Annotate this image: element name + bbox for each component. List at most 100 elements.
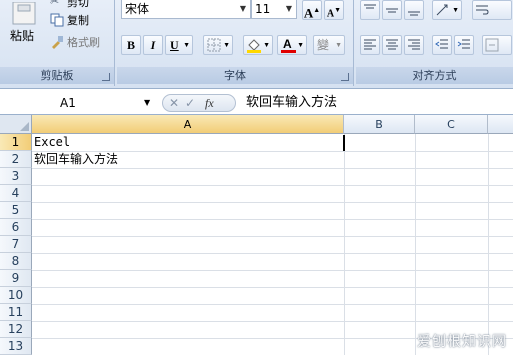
italic-button[interactable]: I	[143, 35, 163, 55]
text-orientation-icon	[436, 4, 448, 16]
clipboard-group-label: 剪贴板	[0, 67, 114, 84]
row-header-9[interactable]: 9	[0, 270, 32, 287]
cell-a1[interactable]: Excel	[34, 134, 70, 151]
copy-icon	[50, 13, 64, 27]
watermark: 爱刨根知识网	[417, 334, 507, 350]
align-bottom-icon	[408, 11, 420, 16]
cut-label: 剪切	[67, 0, 89, 9]
select-all-button[interactable]	[0, 115, 32, 134]
format-painter-button[interactable]: 格式刷	[50, 33, 100, 51]
alignment-group: ▼ 对齐方式	[356, 0, 513, 86]
align-left-button[interactable]	[360, 35, 380, 55]
column-header-c[interactable]: C	[415, 115, 488, 134]
cancel-icon[interactable]: ✕	[169, 95, 179, 111]
clipboard-group: 粘贴 ✂ 剪切 复制 格式刷 剪贴板	[0, 0, 115, 86]
column-header-a[interactable]: A	[32, 115, 344, 134]
font-size-value: 11	[255, 2, 271, 16]
gridline	[32, 287, 513, 288]
increase-indent-button[interactable]	[454, 35, 474, 55]
bottom-align-button[interactable]	[404, 0, 424, 20]
gridline	[32, 219, 513, 220]
increase-indent-icon	[457, 39, 470, 49]
chevron-down-icon: ▼	[263, 41, 270, 49]
scissors-icon: ✂	[50, 0, 60, 8]
font-color-button[interactable]: A ▼	[277, 35, 307, 55]
copy-label: 复制	[67, 14, 89, 27]
row-header-10[interactable]: 10	[0, 287, 32, 304]
chevron-down-icon: ▼	[285, 4, 293, 13]
align-left-icon	[364, 39, 376, 50]
insert-function-icon[interactable]: fx	[205, 95, 214, 111]
name-box[interactable]: A1 ▼	[0, 93, 158, 113]
shrink-font-button[interactable]: A▼	[324, 0, 344, 20]
formula-bar: A1 ▼ ✕ ✓ fx 软回车输入方法	[0, 92, 513, 115]
border-icon	[207, 38, 221, 52]
font-group-label: 字体	[117, 67, 353, 84]
middle-align-button[interactable]	[382, 0, 402, 20]
row-header-12[interactable]: 12	[0, 321, 32, 338]
ribbon: 粘贴 ✂ 剪切 复制 格式刷 剪贴板 宋体 ▼ 11 ▼ A▲ A▼ B I U…	[0, 0, 513, 89]
paste-label: 粘贴	[10, 29, 35, 43]
name-box-value: A1	[60, 96, 76, 110]
align-right-button[interactable]	[404, 35, 424, 55]
gridline	[344, 134, 345, 355]
gridline	[32, 236, 513, 237]
grow-font-icon: A	[303, 5, 314, 21]
gridline	[32, 321, 513, 322]
align-center-button[interactable]	[382, 35, 402, 55]
worksheet-grid: A B C 1 2 3 4 5 6 7 8 9 10 11 12 13 Exce…	[0, 115, 513, 355]
cut-button[interactable]: ✂ 剪切	[50, 0, 89, 11]
row-header-5[interactable]: 5	[0, 202, 32, 219]
align-right-icon	[408, 39, 420, 50]
top-align-button[interactable]	[360, 0, 380, 20]
gridline	[32, 168, 513, 169]
copy-button[interactable]: 复制	[50, 11, 89, 29]
align-middle-icon	[386, 8, 398, 13]
underline-button[interactable]: U ▼	[165, 35, 193, 55]
decrease-indent-icon	[435, 39, 448, 49]
chevron-down-icon: ▼	[452, 6, 459, 14]
borders-button[interactable]: ▼	[203, 35, 233, 55]
gridline	[32, 270, 513, 271]
cell-a2[interactable]: 软回车输入方法	[34, 151, 118, 168]
merge-center-button[interactable]	[482, 35, 512, 55]
row-header-2[interactable]: 2	[0, 151, 32, 168]
font-dialog-launcher-icon[interactable]	[341, 73, 349, 81]
row-header-13[interactable]: 13	[0, 338, 32, 355]
chevron-down-icon: ▼	[335, 41, 342, 49]
decrease-indent-button[interactable]	[432, 35, 452, 55]
font-name-select[interactable]: 宋体 ▼	[121, 0, 251, 19]
gridline	[32, 185, 513, 186]
font-color-swatch	[281, 50, 296, 53]
row-header-6[interactable]: 6	[0, 219, 32, 236]
enter-icon[interactable]: ✓	[185, 95, 195, 111]
orientation-button[interactable]: ▼	[432, 0, 462, 20]
grow-font-button[interactable]: A▲	[302, 0, 322, 20]
underline-icon: U	[170, 38, 179, 52]
chevron-down-icon[interactable]: ▼	[144, 93, 150, 113]
wrap-text-button[interactable]	[472, 0, 512, 20]
bold-icon: B	[126, 38, 135, 52]
paste-button[interactable]: 粘贴	[4, 0, 44, 62]
fill-bucket-icon	[247, 39, 261, 53]
phonetic-button[interactable]: 變 ▼	[313, 35, 345, 55]
row-header-8[interactable]: 8	[0, 253, 32, 270]
row-header-11[interactable]: 11	[0, 304, 32, 321]
fill-color-button[interactable]: ▼	[243, 35, 273, 55]
font-size-select[interactable]: 11 ▼	[251, 0, 297, 19]
bold-button[interactable]: B	[121, 35, 141, 55]
formula-input[interactable]: 软回车输入方法	[246, 93, 337, 113]
column-header-b[interactable]: B	[344, 115, 415, 134]
brush-icon	[52, 36, 63, 49]
alignment-group-label: 对齐方式	[356, 67, 513, 84]
text-cursor	[343, 135, 345, 151]
column-header-d-partial[interactable]	[488, 115, 513, 134]
italic-icon: I	[150, 38, 156, 52]
row-header-4[interactable]: 4	[0, 185, 32, 202]
row-header-3[interactable]: 3	[0, 168, 32, 185]
row-header-7[interactable]: 7	[0, 236, 32, 253]
clipboard-dialog-launcher-icon[interactable]	[102, 73, 110, 81]
row-header-1[interactable]: 1	[0, 134, 32, 151]
gridline	[32, 253, 513, 254]
gridline	[415, 134, 416, 355]
